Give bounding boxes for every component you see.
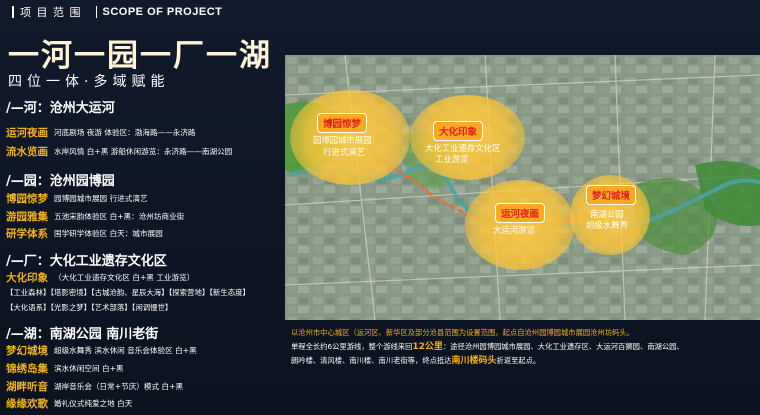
zone-text: 大运河游览 xyxy=(493,225,535,235)
route-endpoint: 南川楼码头 xyxy=(451,356,497,366)
item-value: （大化工业遗存文化区 白+黑 工业游览） xyxy=(54,272,195,282)
section-heading-factory: /—厂：大化工业遗存文化区 xyxy=(6,254,167,269)
section-heading-lake: /—湖：南湖公园 南川老街 xyxy=(6,327,159,342)
item-row: 锦绣岛集 滨水休闲空间 白+黑 xyxy=(6,361,124,375)
item-value: 超级水舞秀 滨水休闲 音乐会体验区 白+黑 xyxy=(54,345,197,355)
item-key: 湖畔听音 xyxy=(6,380,48,393)
aerial-map: 博园惊梦 园博园城市展园 行进式演艺 大化印象 大化工业遗存文化区 工业游览 运… xyxy=(285,55,760,320)
feature-tags: 【大化语系】【光影之梦】【艺术部落】【闲调慢世】 xyxy=(6,303,173,312)
item-row: 大化印象 （大化工业遗存文化区 白+黑 工业游览） xyxy=(6,270,194,284)
zone-label: 运河夜画 xyxy=(495,203,546,223)
zone-label: 梦幻城境 xyxy=(586,185,637,205)
description-line-1: 以沧州市中心城区（运河区、新华区及部分沧县范围为设置范围，起点自沧州园博园城市展… xyxy=(291,328,634,337)
main-title: 一河一园一厂一湖 xyxy=(8,38,272,74)
item-key: 研学体系 xyxy=(6,227,48,240)
item-value: 河底剧场 夜游 体验区：渤海路——永济路 xyxy=(54,127,196,137)
item-key: 博园惊梦 xyxy=(6,192,48,205)
zone-text: 超级水舞秀 xyxy=(586,220,628,230)
item-value: 滨水休闲空间 白+黑 xyxy=(54,363,124,373)
header-separator xyxy=(95,6,97,18)
zone-label: 博园惊梦 xyxy=(317,113,368,133)
item-value: 水岸风情 白+黑 游船休闲游览：永济路——南湖公园 xyxy=(54,146,233,156)
item-key: 梦幻城境 xyxy=(6,344,48,357)
description-text: ：途径沧州园博园城市展园、大化工业遗存区、大运河百狮园、南湖公园、 xyxy=(442,342,684,351)
zone-text: 行进式演艺 xyxy=(323,147,365,157)
item-row: 缘缘欢歌 婚礼仪式纯爱之地 白天 xyxy=(6,396,132,410)
item-value: 湖岸音乐会（日常+节庆）模式 白+黑 xyxy=(54,381,184,391)
description-text: 朗吟楼、清风楼、南川楼、南川老街等，终点抵达 xyxy=(291,356,452,365)
description-line-2: 单程全长约6公里游线，整个游线来回12公里：途径沧州园博园城市展园、大化工业遗存… xyxy=(291,340,756,354)
section-title-en: SCOPE OF PROJECT xyxy=(102,6,223,18)
item-value: 婚礼仪式纯爱之地 白天 xyxy=(54,398,133,408)
item-row: 研学体系 国学研学体验区 白天：城市展园 xyxy=(6,226,163,240)
section-heading-garden: /—园：沧州园博园 xyxy=(6,174,115,189)
item-row: 流水览画 水岸风情 白+黑 游船休闲游览：永济路——南湖公园 xyxy=(6,144,232,158)
zone-text: 南湖公园 xyxy=(590,209,624,219)
item-row: 游园雅集 五池宋韵体验区 白+黑：沧州坊商业街 xyxy=(6,209,184,223)
item-key: 缘缘欢歌 xyxy=(6,397,48,410)
item-key: 大化印象 xyxy=(6,271,48,284)
zone-text: 大化工业遗存文化区 xyxy=(425,143,501,153)
description-line-3: 朗吟楼、清风楼、南川楼、南川老街等，终点抵达南川楼码头折返至起点。 xyxy=(291,354,756,368)
zone-text: 工业游览 xyxy=(435,154,469,164)
item-value: 五池宋韵体验区 白+黑：沧州坊商业街 xyxy=(54,211,185,221)
item-value: 国学研学体验区 白天：城市展园 xyxy=(54,228,163,238)
feature-tags: 【工业森林】【塔影密境】【古城沧韵、星辰大海】【探索营地】【新生态度】 xyxy=(6,288,250,297)
route-description: 以沧州市中心城区（运河区、新华区及部分沧县范围为设置范围，起点自沧州园博园城市展… xyxy=(291,326,756,368)
zone-text: 园博园城市展园 xyxy=(313,135,372,145)
item-key: 运河夜画 xyxy=(6,126,48,139)
section-heading-river: /—河：沧州大运河 xyxy=(6,101,115,116)
description-text: 折返至起点。 xyxy=(496,356,541,365)
description-text: 单程全长约6公里游线，整个游线来回 xyxy=(291,342,413,351)
slide: 项 目 范 围 SCOPE OF PROJECT 一河一园一厂一湖 四位一体·多… xyxy=(0,0,760,415)
zone-label: 大化印象 xyxy=(433,121,484,141)
item-row: 运河夜画 河底剧场 夜游 体验区：渤海路——永济路 xyxy=(6,125,196,139)
route-length: 12公里 xyxy=(412,342,443,352)
item-key: 游园雅集 xyxy=(6,210,48,223)
item-value: 园博园城市展园 行进式演艺 xyxy=(54,193,148,203)
item-key: 锦绣岛集 xyxy=(6,362,48,375)
subtitle: 四位一体·多域赋能 xyxy=(8,74,170,90)
item-key: 流水览画 xyxy=(6,145,48,158)
item-row: 湖畔听音 湖岸音乐会（日常+节庆）模式 白+黑 xyxy=(6,379,183,393)
item-row: 梦幻城境 超级水舞秀 滨水休闲 音乐会体验区 白+黑 xyxy=(6,343,197,357)
header-bar xyxy=(12,6,14,18)
item-row: 博园惊梦 园博园城市展园 行进式演艺 xyxy=(6,191,148,205)
section-title-cn: 项 目 范 围 xyxy=(20,6,82,19)
section-header: 项 目 范 围 SCOPE OF PROJECT xyxy=(12,3,222,21)
